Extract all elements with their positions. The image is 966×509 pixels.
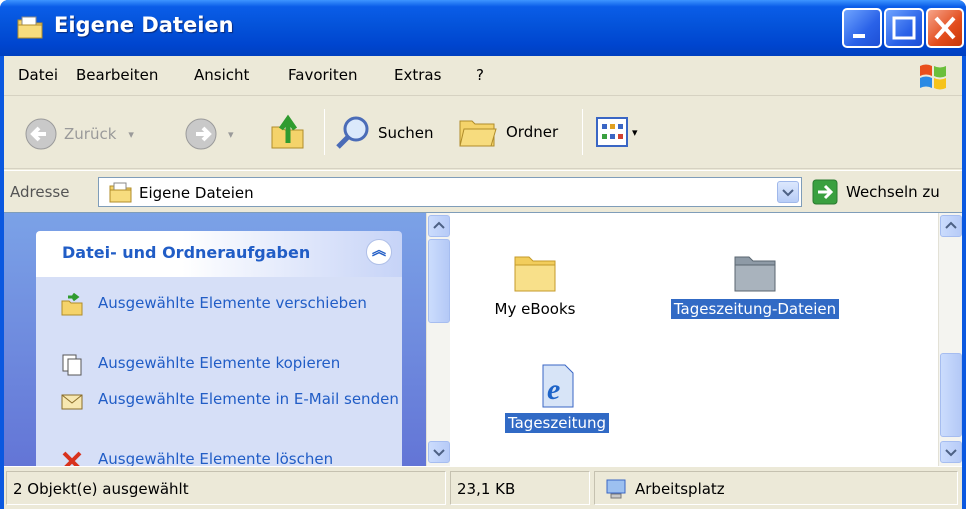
scroll-up-button[interactable] (428, 215, 450, 237)
forward-arrow-icon (185, 118, 217, 150)
toolbar: Zurück ▾ ▾ Suchen Ordner ▾ (4, 97, 962, 169)
close-icon (934, 16, 956, 40)
address-label: Adresse (10, 183, 70, 201)
file-label: My eBooks (494, 300, 576, 318)
views-grid-icon (596, 117, 628, 147)
menu-help[interactable]: ? (476, 66, 484, 84)
menu-ansicht[interactable]: Ansicht (194, 66, 249, 84)
status-selection: 2 Objekt(e) ausgewählt (6, 471, 446, 505)
minimize-button[interactable] (842, 8, 882, 48)
windows-logo-icon (920, 64, 946, 90)
file-item[interactable]: e Tageszeitung (492, 363, 622, 433)
up-folder-icon (271, 114, 304, 149)
content-area: Datei- und Ordneraufgaben ︽ Ausgewählte … (4, 212, 962, 477)
scroll-down-button[interactable] (428, 441, 450, 463)
task-label: Ausgewählte Elemente kopieren (98, 354, 341, 372)
my-documents-icon (17, 16, 43, 39)
address-dropdown-button[interactable] (777, 181, 799, 203)
ie-document-icon: e (542, 364, 574, 408)
scroll-up-button[interactable] (940, 215, 962, 237)
menu-datei[interactable]: Datei (18, 66, 58, 84)
task-email[interactable]: Ausgewählte Elemente in E-Mail senden (60, 389, 400, 413)
go-arrow-icon (812, 179, 838, 205)
file-item[interactable]: My eBooks (470, 249, 600, 319)
close-button[interactable] (926, 8, 964, 48)
chevron-down-icon (433, 449, 445, 457)
toolbar-separator (324, 109, 325, 155)
maximize-button[interactable] (884, 8, 924, 48)
window-title: Eigene Dateien (54, 13, 234, 37)
tasks-pane: Datei- und Ordneraufgaben ︽ Ausgewählte … (4, 213, 426, 477)
tasks-panel: Datei- und Ordneraufgaben ︽ Ausgewählte … (36, 231, 402, 477)
folders-label: Ordner (506, 123, 559, 141)
chevron-up-icon: ︽ (372, 243, 386, 259)
chevron-up-icon (433, 221, 445, 229)
menu-favoriten[interactable]: Favoriten (288, 66, 357, 84)
forward-dropdown-icon[interactable]: ▾ (228, 128, 234, 141)
scroll-thumb[interactable] (940, 353, 962, 437)
tasks-panel-header[interactable]: Datei- und Ordneraufgaben ︽ (36, 231, 402, 277)
search-label: Suchen (378, 124, 434, 142)
back-dropdown-icon[interactable]: ▾ (128, 128, 134, 141)
collapse-button[interactable]: ︽ (366, 239, 392, 265)
status-bar: 2 Objekt(e) ausgewählt 23,1 KB Arbeitspl… (4, 466, 962, 509)
folder-icon (514, 256, 556, 292)
tasks-panel-body: Ausgewählte Elemente verschieben Ausgewä… (36, 277, 402, 477)
folders-icon (459, 120, 497, 147)
menu-bearbeiten[interactable]: Bearbeiten (76, 66, 158, 84)
task-move[interactable]: Ausgewählte Elemente verschieben (60, 293, 400, 317)
go-button[interactable]: Wechseln zu (812, 179, 940, 205)
address-field[interactable]: Eigene Dateien (98, 177, 802, 207)
minimize-icon (853, 34, 865, 38)
back-label: Zurück (64, 125, 117, 143)
email-icon (61, 394, 83, 410)
file-label: Tageszeitung-Dateien (670, 299, 840, 319)
chevron-down-icon (782, 189, 794, 197)
menu-extras[interactable]: Extras (394, 66, 441, 84)
scroll-thumb[interactable] (428, 239, 450, 323)
chevron-up-icon (945, 221, 957, 229)
toolbar-separator (582, 109, 583, 155)
tasks-scrollbar[interactable] (426, 213, 450, 466)
maximize-icon (892, 16, 916, 40)
back-button[interactable]: Zurück ▾ (24, 117, 134, 151)
my-documents-icon (109, 182, 132, 203)
svg-text:e: e (547, 373, 560, 406)
go-label: Wechseln zu (846, 183, 940, 201)
tasks-panel-title: Datei- und Ordneraufgaben (62, 243, 311, 262)
status-size: 23,1 KB (450, 471, 590, 505)
search-button[interactable]: Suchen (334, 115, 434, 151)
folders-button[interactable]: Ordner (458, 115, 558, 149)
files-scrollbar[interactable] (938, 213, 962, 466)
my-computer-icon (606, 479, 626, 499)
file-item[interactable]: Tageszeitung-Dateien (658, 249, 852, 319)
move-icon (61, 293, 83, 316)
up-folder-button[interactable] (270, 113, 306, 151)
search-icon (336, 116, 369, 149)
views-dropdown-icon[interactable]: ▾ (632, 126, 638, 139)
menu-bar: Datei Bearbeiten Ansicht Favoriten Extra… (4, 56, 962, 96)
chevron-down-icon (945, 449, 957, 457)
address-value: Eigene Dateien (139, 184, 254, 202)
status-location-label: Arbeitsplatz (635, 480, 725, 498)
address-bar: Adresse Eigene Dateien Wechseln zu (4, 170, 962, 212)
status-location: Arbeitsplatz (594, 471, 958, 505)
window-body: Datei Bearbeiten Ansicht Favoriten Extra… (4, 56, 962, 509)
task-label: Ausgewählte Elemente verschieben (98, 294, 367, 312)
folder-icon (734, 256, 776, 292)
task-copy[interactable]: Ausgewählte Elemente kopieren (60, 353, 400, 377)
copy-icon (62, 354, 82, 376)
title-bar[interactable]: Eigene Dateien (0, 0, 966, 56)
forward-button[interactable]: ▾ (184, 117, 234, 151)
file-list: My eBooks Tageszeitung-Dateien e Tagesze… (450, 213, 938, 466)
task-label: Ausgewählte Elemente in E-Mail senden (98, 390, 399, 408)
back-arrow-icon (25, 118, 57, 150)
explorer-window: Eigene Dateien Datei Bearbeiten Ansicht … (0, 0, 966, 509)
views-button[interactable]: ▾ (596, 117, 638, 147)
scroll-down-button[interactable] (940, 441, 962, 463)
file-label: Tageszeitung (504, 413, 610, 433)
